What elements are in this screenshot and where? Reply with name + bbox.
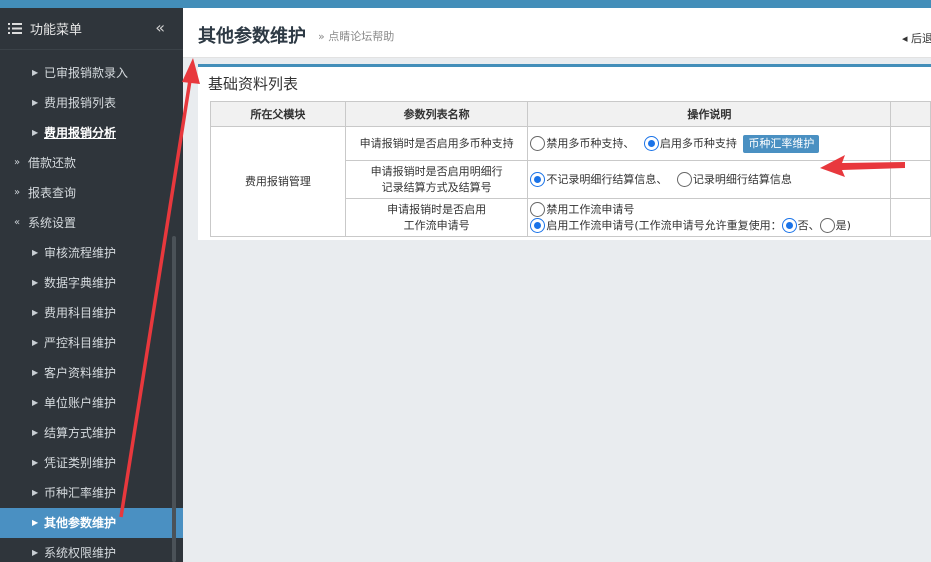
radio-disable-workflow-no[interactable] <box>530 202 546 217</box>
caret-right-icon: ▶ <box>32 128 39 137</box>
sidebar-item-customers[interactable]: ▶ 客户资料维护 <box>0 358 183 388</box>
param-name-cell: 申请报销时是否启用明细行 记录结算方式及结算号 <box>344 160 529 199</box>
back-link[interactable]: ◂ 后退 <box>902 30 931 46</box>
sidebar-item-expense-list[interactable]: ▶ 费用报销列表 <box>0 88 183 118</box>
table-header-row: 所在父模块 参数列表名称 操作说明 <box>210 101 931 127</box>
double-chevron-down-icon: » <box>14 157 21 168</box>
double-chevron-down-icon: » <box>14 187 21 198</box>
double-chevron-up-icon: « <box>14 217 21 228</box>
sidebar-item-system-settings[interactable]: «系统设置 <box>0 208 183 238</box>
top-accent-bar <box>0 0 931 8</box>
sidebar-item-expense-analysis[interactable]: ▶ 费用报销分析 <box>0 118 183 148</box>
currency-rate-button[interactable]: 币种汇率维护 <box>743 134 820 153</box>
radio-repeat-yes[interactable] <box>819 218 835 233</box>
sidebar-item-strict-subjects[interactable]: ▶ 严控科目维护 <box>0 328 183 358</box>
table-row: 费用报销管理 申请报销时是否启用多币种支持 禁用多币种支持、 启用多币种支持 币… <box>210 126 931 237</box>
help-link[interactable]: » 点睛论坛帮助 <box>318 28 394 44</box>
sidebar-item-reports[interactable]: » 报表查询 <box>0 178 183 208</box>
sidebar-item-approval-flow[interactable]: ▶ 审核流程维护 <box>0 238 183 268</box>
radio-no-detail-settlement[interactable] <box>530 172 546 187</box>
sidebar-item-loans[interactable]: » 借款还款 <box>0 148 183 178</box>
radio-enable-multicurrency[interactable] <box>643 136 659 151</box>
radio-disable-multicurrency[interactable] <box>530 136 546 151</box>
sidebar-menu: ▶ 已审报销款录入 ▶ 费用报销列表 ▶ 费用报销分析 » 借款还款 » 报表查询 «系统… <box>0 58 183 562</box>
caret-right-icon: ▶ <box>32 368 39 377</box>
extra-cell <box>890 198 931 237</box>
sidebar-item-expense-subjects[interactable]: ▶ 费用科目维护 <box>0 298 183 328</box>
caret-right-icon: ▶ <box>32 248 39 257</box>
menu-list-icon <box>8 23 22 34</box>
extra-cell <box>890 160 931 199</box>
caret-right-icon: ▶ <box>32 518 39 527</box>
column-header: 参数列表名称 <box>344 101 529 127</box>
sidebar-item-currency-rates[interactable]: ▶ 币种汇率维护 <box>0 478 183 508</box>
radio-enable-workflow-no[interactable] <box>530 218 546 233</box>
param-name-cell: 申请报销时是否启用 工作流申请号 <box>344 198 529 237</box>
caret-right-icon: ▶ <box>32 308 39 317</box>
sidebar-item-other-params[interactable]: ▶ 其他参数维护 <box>0 508 183 538</box>
caret-right-icon: ▶ <box>32 98 39 107</box>
sidebar-item-settlement-methods[interactable]: ▶ 结算方式维护 <box>0 418 183 448</box>
radio-record-detail-settlement[interactable] <box>676 172 692 187</box>
page-header: 其他参数维护 » 点睛论坛帮助 ◂ 后退 <box>183 8 931 58</box>
operation-cell: 禁用工作流申请号 启用工作流申请号(工作流申请号允许重复使用： 否、 是) <box>527 198 892 237</box>
sidebar-item-voucher-types[interactable]: ▶ 凭证类别维护 <box>0 448 183 478</box>
double-chevron-left-icon[interactable]: « <box>155 18 165 37</box>
params-table: 所在父模块 参数列表名称 操作说明 费用报销管理 申请报销时是否启用多币种支持 … <box>210 101 931 237</box>
operation-cell: 禁用多币种支持、 启用多币种支持 币种汇率维护 <box>527 126 892 161</box>
sidebar-scrollbar[interactable] <box>172 236 176 562</box>
extra-cell <box>890 126 931 161</box>
param-name-cell: 申请报销时是否启用多币种支持 <box>344 126 529 161</box>
sidebar-header: 功能菜单 « <box>0 8 183 50</box>
caret-right-icon: ▶ <box>32 548 39 557</box>
caret-right-icon: ▶ <box>32 68 39 77</box>
page-title: 其他参数维护 <box>198 26 306 47</box>
caret-right-icon: ▶ <box>32 338 39 347</box>
module-cell: 费用报销管理 <box>210 126 346 237</box>
sidebar-item-permissions[interactable]: ▶ 系统权限维护 <box>0 538 183 562</box>
caret-right-icon: ▶ <box>32 458 39 467</box>
caret-right-icon: ▶ <box>32 278 39 287</box>
sidebar: 功能菜单 « ▶ 已审报销款录入 ▶ 费用报销列表 ▶ 费用报销分析 » 借款还款 » 报… <box>0 8 183 562</box>
main-content: 其他参数维护 » 点睛论坛帮助 ◂ 后退 基础资料列表 所在父模块 参数列表名称… <box>183 8 931 562</box>
column-header <box>890 101 931 127</box>
caret-right-icon: ▶ <box>32 428 39 437</box>
sidebar-item-dictionary[interactable]: ▶ 数据字典维护 <box>0 268 183 298</box>
operation-cell: 不记录明细行结算信息、 记录明细行结算信息 <box>527 160 892 199</box>
caret-right-icon: ▶ <box>32 398 39 407</box>
radio-repeat-no[interactable] <box>781 218 797 233</box>
column-header: 操作说明 <box>527 101 892 127</box>
panel-title: 基础资料列表 <box>208 75 299 93</box>
sidebar-title: 功能菜单 <box>30 23 83 38</box>
base-data-panel: 基础资料列表 所在父模块 参数列表名称 操作说明 费用报销管理 申请报销时是否启… <box>198 64 931 240</box>
sidebar-item-unit-accounts[interactable]: ▶ 单位账户维护 <box>0 388 183 418</box>
caret-right-icon: ▶ <box>32 488 39 497</box>
sidebar-item-approved-entry[interactable]: ▶ 已审报销款录入 <box>0 58 183 88</box>
column-header: 所在父模块 <box>210 101 346 127</box>
